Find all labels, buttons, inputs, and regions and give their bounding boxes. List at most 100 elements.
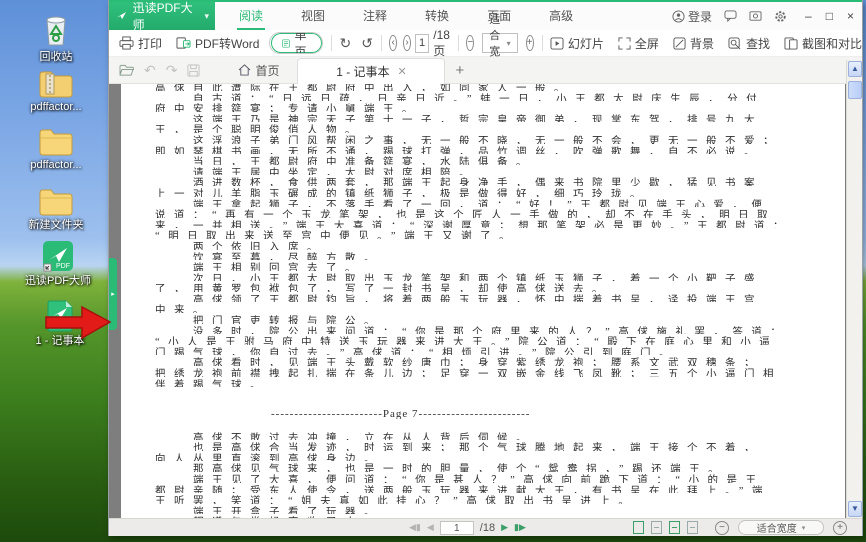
fit-mode-select[interactable]: 适合宽度 ▾ xyxy=(738,520,824,535)
desktop-icon-folder-1[interactable]: pdffactor... xyxy=(8,126,104,171)
view-mode-group xyxy=(633,521,698,534)
background-label: 背景 xyxy=(689,36,714,51)
pdf-to-word-icon xyxy=(176,37,191,49)
desktop-icon-xundu-app[interactable]: PDF 迅读PDF大师 xyxy=(10,240,106,287)
page-number-input[interactable]: 1 xyxy=(414,33,430,53)
background-icon xyxy=(673,36,686,50)
fullscreen-button[interactable]: 全屏 xyxy=(618,35,659,52)
login-button[interactable]: 登录 xyxy=(672,8,712,25)
document-line: 饮宴至暮，尽醉方散。 xyxy=(155,252,383,261)
document-line: 上一对儿羊脂玉碾成的镇纸狮子，极是做得好，细巧玲珑。 xyxy=(155,188,649,197)
document-line: 高俅领了王都尉钧旨，将着两般玉玩器，怀中揣着书呈，迳投端王宫 xyxy=(155,294,763,303)
document-line: 了，用黄罗包袱包了，写了一封书呈，却使高俅送去。 xyxy=(155,284,611,292)
single-page-button[interactable]: 单页 xyxy=(271,33,322,53)
undo-icon[interactable]: ↶ xyxy=(144,62,156,79)
app-logo-icon xyxy=(116,12,127,20)
document-line: 即如琴棋书画，无所不通，踢球打弹，品竹调丝，吹弹歌舞，自不必说。 xyxy=(155,146,763,155)
continuous-facing-view-button[interactable] xyxy=(687,521,698,534)
desktop-icon-zip-folder[interactable]: pdffactor... xyxy=(8,68,104,113)
desktop: 回收站 pdffactor... pdffactor... 新建文件夹 PDF xyxy=(0,0,866,542)
prev-page-button[interactable]: ‹ xyxy=(389,35,398,51)
menu-read[interactable]: 阅读 xyxy=(237,3,266,30)
double-page-button[interactable]: 双页 xyxy=(323,33,324,53)
facing-view-button[interactable] xyxy=(651,521,662,534)
zoom-out-button[interactable]: − xyxy=(466,35,475,51)
pdf-to-word-button[interactable]: PDF转Word xyxy=(176,35,259,52)
menu-convert[interactable]: 转换 xyxy=(423,3,451,30)
fit-mode-select[interactable]: 适合宽度 ▾ xyxy=(482,14,518,74)
rotate-cw-button[interactable]: ↻ xyxy=(339,36,351,50)
home-label: 首页 xyxy=(255,63,280,78)
document-line: 两个依旧入席。 xyxy=(155,241,326,250)
last-page-button[interactable]: ▮▶ xyxy=(514,522,526,533)
zoom-out-button[interactable]: − xyxy=(715,520,729,535)
search-icon xyxy=(728,36,741,49)
redo-icon[interactable]: ↷ xyxy=(166,62,178,79)
feedback-icon[interactable] xyxy=(724,10,737,22)
minimize-button[interactable]: – xyxy=(805,9,812,23)
rotate-ccw-button[interactable]: ↺ xyxy=(361,36,373,50)
document-tab[interactable]: 1 - 记事本 ✕ xyxy=(297,58,446,84)
menu-view[interactable]: 视图 xyxy=(299,3,327,30)
gear-icon[interactable] xyxy=(774,10,787,23)
fit-mode-value: 适合宽度 xyxy=(756,524,797,535)
scroll-down-button[interactable]: ▼ xyxy=(848,501,862,517)
page-number-input[interactable]: 1 xyxy=(439,520,474,535)
save-icon[interactable] xyxy=(187,63,201,77)
document-line: “明日取出来送至宫中便见。”端王又谢了。 xyxy=(155,231,519,239)
document-line: 高俅看时，见端王头戴软纱唐巾；身穿紫绣龙袍；腰系文武双穗条； xyxy=(155,358,763,367)
zoom-in-button[interactable]: + xyxy=(833,520,847,535)
fullscreen-icon xyxy=(618,36,631,50)
page-nav-group: ◀▮ ◀ 1 /18 ▶ ▮▶ xyxy=(409,520,526,535)
print-button[interactable]: 打印 xyxy=(119,35,162,52)
screenshot-icon[interactable] xyxy=(749,10,762,22)
zoom-in-button[interactable]: + xyxy=(525,35,534,51)
document-line: 来，一并相送。”端王大喜道：“深谢厚意；想那笔架必是更妙。”王都尉道： xyxy=(155,220,792,229)
tab-close-icon[interactable]: ✕ xyxy=(398,65,407,78)
document-line: 把绣龙袍前襟拽起扎揣在条儿边；足穿一双嵌金线飞凤靴；三五个小逼门相 xyxy=(155,369,782,377)
first-page-button[interactable]: ◀▮ xyxy=(409,522,421,533)
page-layout-toggle: 单页 双页 xyxy=(269,32,324,54)
find-button[interactable]: 查找 xyxy=(728,35,770,52)
document-line: ------------------------Page 7----------… xyxy=(271,408,531,419)
next-page-button[interactable]: › xyxy=(403,35,411,51)
document-line: 王，是个聪明俊俏人物。 xyxy=(155,125,364,133)
document-line: 自古道：“日远日疏，日亲日近。”蚌一日，小王都太尉庆生辰，分付 xyxy=(155,93,766,102)
document-line: 端王相别回宫去了。 xyxy=(155,263,364,271)
home-button[interactable]: 首页 xyxy=(238,62,279,79)
document-line: 把门官吏转报与院公。 xyxy=(155,316,383,324)
continuous-view-button[interactable] xyxy=(669,521,680,534)
document-line: 都尉亲随；受东人使令，送两般玉玩器来进献大王，有书呈在此拜上。”端 xyxy=(155,485,771,494)
document-line: 向人丛里直滚到高俅身边。 xyxy=(155,453,383,462)
menu-annotate[interactable]: 注释 xyxy=(361,3,389,30)
app-brand-button[interactable]: 迅读PDF大师 ▾ xyxy=(109,1,215,32)
open-file-icon[interactable] xyxy=(119,64,134,77)
single-page-view-button[interactable] xyxy=(633,521,644,534)
menu-advanced[interactable]: 高级 xyxy=(547,3,575,30)
maximize-button[interactable]: □ xyxy=(826,9,833,23)
scrollbar-thumb[interactable] xyxy=(848,81,862,99)
window-controls: – □ × xyxy=(805,9,854,23)
prev-page-button[interactable]: ◀ xyxy=(427,522,434,533)
vertical-scrollbar[interactable]: ▲ ▼ xyxy=(846,60,862,518)
slideshow-icon xyxy=(550,36,564,50)
next-page-button[interactable]: ▶ xyxy=(501,522,508,533)
document-line: 门踢气球，你自过去。”高俅道：“相烦引进。”院公引到庭门。 xyxy=(155,347,678,356)
scroll-up-button[interactable]: ▲ xyxy=(848,61,862,77)
close-button[interactable]: × xyxy=(847,9,854,23)
pdf-reader-window: 迅读PDF大师 ▾ 阅读 视图 注释 转换 页面 高级 登录 – □ × 打印 … xyxy=(108,0,863,536)
folder-icon xyxy=(39,129,73,156)
slideshow-button[interactable]: 幻灯片 xyxy=(550,35,604,52)
printer-icon xyxy=(119,36,134,50)
add-tab-button[interactable]: + xyxy=(455,62,464,79)
background-button[interactable]: 背景 xyxy=(673,35,714,52)
document-viewer[interactable]: 高俅自此遭际在王都尉府中出入，如同家人一般。 自古道：“日远日疏，日亲日近。”蚌… xyxy=(109,84,846,518)
snapshot-compare-button[interactable]: 截图和对比 xyxy=(784,35,862,52)
desktop-icon-new-folder[interactable]: 新建文件夹 xyxy=(8,186,104,231)
zip-folder-icon xyxy=(39,71,73,98)
desktop-icon-label: pdffactor... xyxy=(30,101,82,113)
desktop-icon-recycle-bin[interactable]: 回收站 xyxy=(8,14,104,63)
